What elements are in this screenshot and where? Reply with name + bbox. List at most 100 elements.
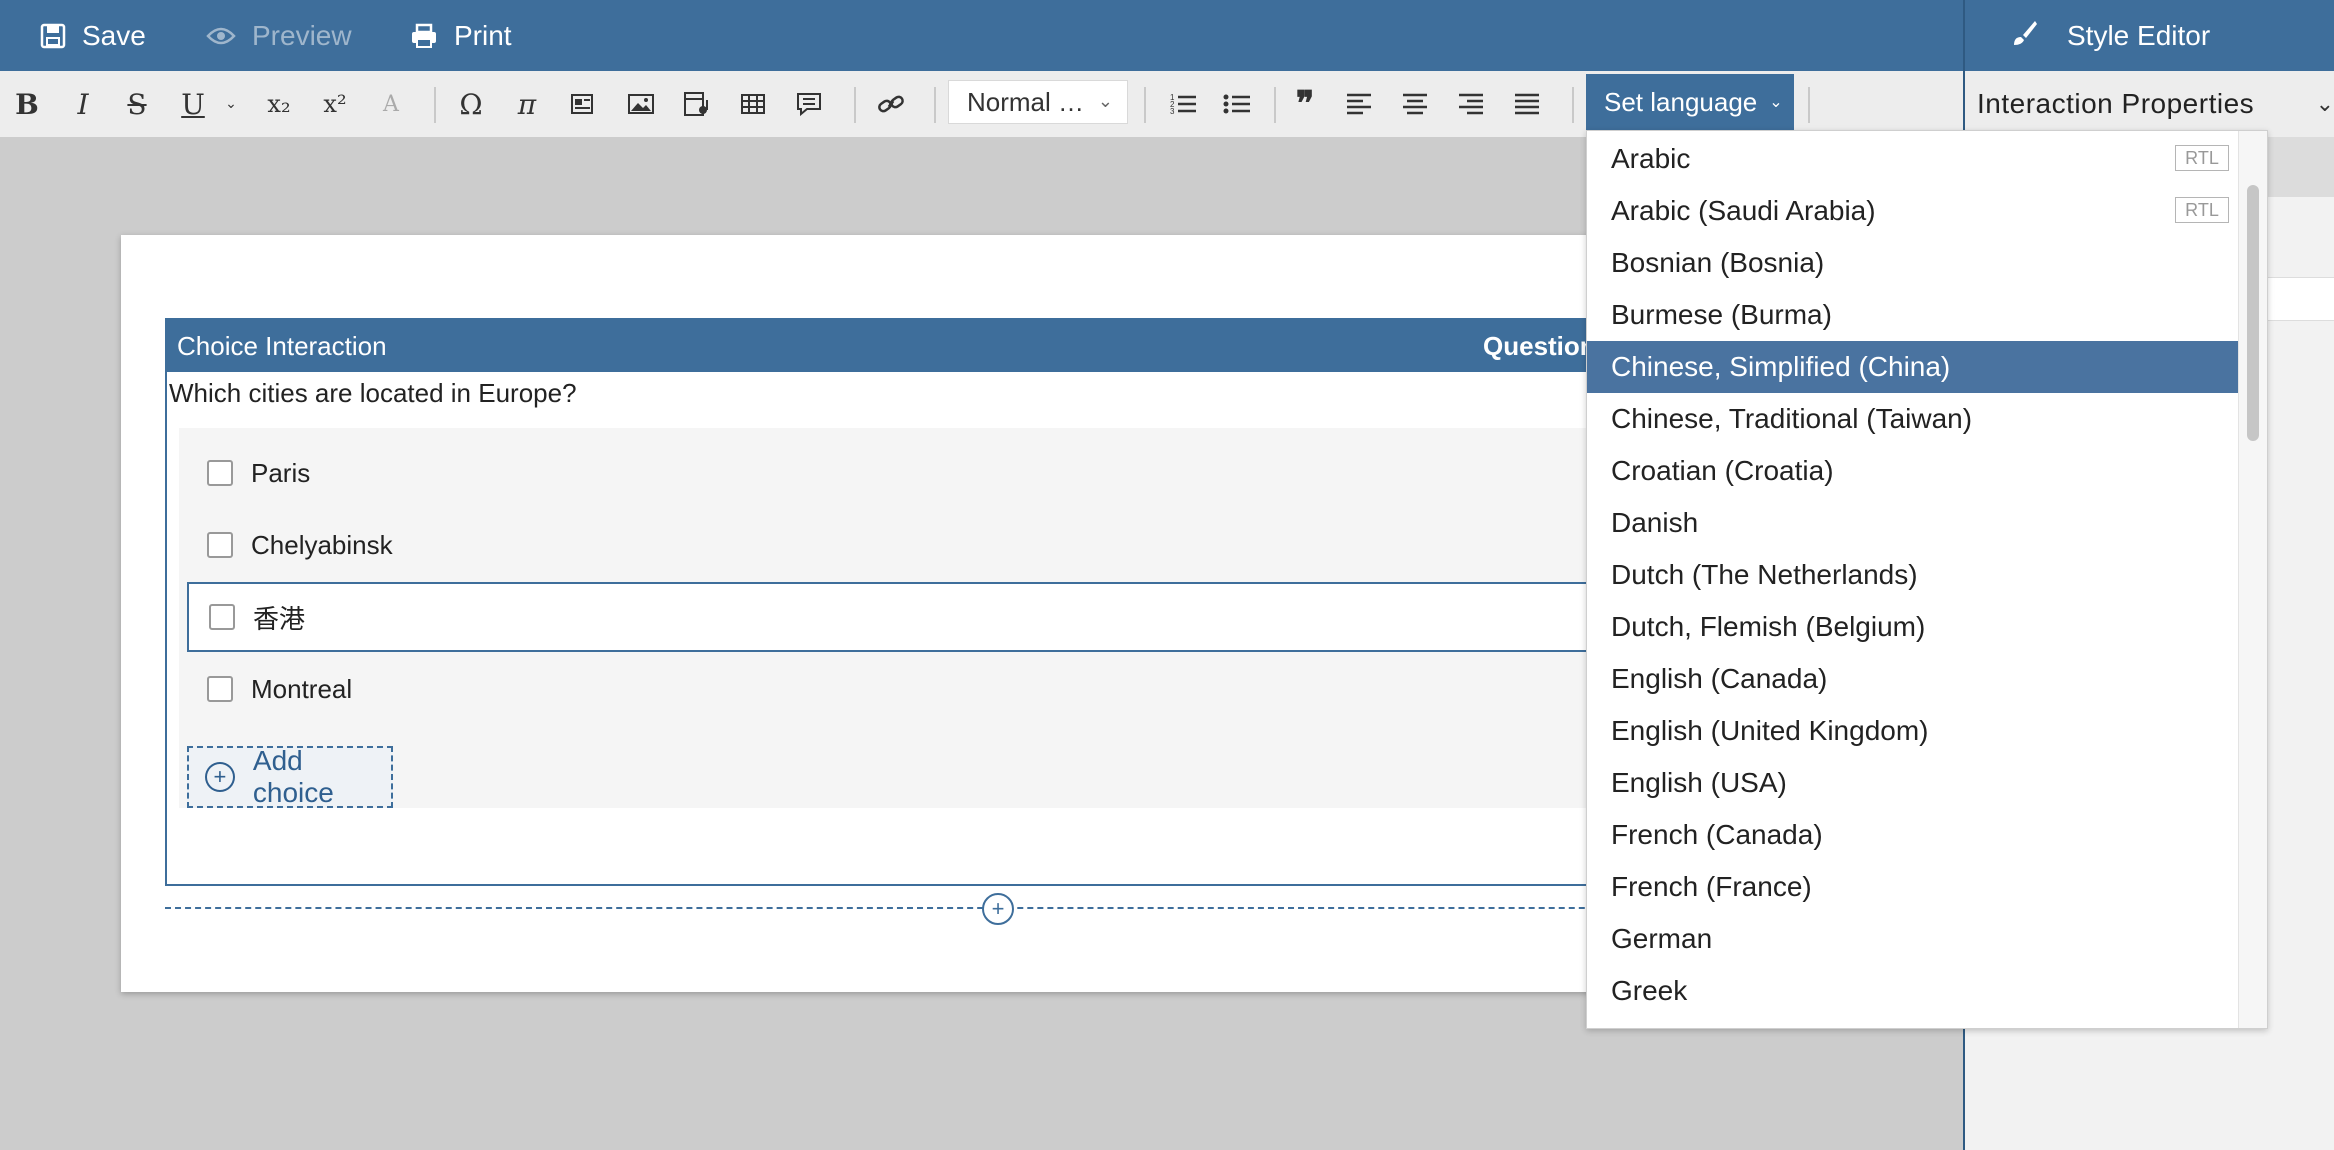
toolbar-separator — [434, 87, 436, 123]
language-option-french-canada[interactable]: French (Canada) — [1587, 809, 2239, 861]
subscript-icon[interactable]: x₂ — [258, 83, 300, 125]
checkbox[interactable] — [207, 676, 233, 702]
checkbox[interactable] — [209, 604, 235, 630]
toolbar-separator — [1274, 87, 1276, 123]
style-editor-button[interactable]: Style Editor — [1965, 0, 2334, 71]
interaction-properties-header[interactable]: Interaction Properties ⌄ — [1965, 71, 2334, 138]
superscript-icon[interactable]: x² — [314, 83, 356, 125]
checkbox[interactable] — [207, 460, 233, 486]
link-icon[interactable] — [870, 83, 912, 125]
save-button[interactable]: Save — [40, 0, 146, 71]
question-label: Question — [1483, 330, 1596, 361]
language-option-dutch-flemish[interactable]: Dutch, Flemish (Belgium) — [1587, 601, 2239, 653]
language-option-german[interactable]: German — [1587, 913, 2239, 965]
language-option-label: German — [1611, 923, 1713, 954]
language-option-dutch[interactable]: Dutch (The Netherlands) — [1587, 549, 2239, 601]
choice-item[interactable]: Montreal — [187, 654, 1657, 724]
choice-label: Montreal — [251, 673, 353, 704]
language-option-english-canada[interactable]: English (Canada) — [1587, 653, 2239, 705]
language-option-label: Dutch, Flemish (Belgium) — [1611, 611, 1926, 642]
language-option-label: French (France) — [1611, 871, 1812, 902]
language-option-label: English (United Kingdom) — [1611, 715, 1929, 746]
language-option-chinese-traditional[interactable]: Chinese, Traditional (Taiwan) — [1587, 393, 2239, 445]
toolbar-separator — [1808, 87, 1810, 123]
math-icon[interactable]: π — [506, 83, 548, 125]
language-option-danish[interactable]: Danish — [1587, 497, 2239, 549]
svg-text:3: 3 — [1170, 107, 1175, 116]
language-option-label: Bosnian (Bosnia) — [1611, 247, 1825, 278]
bold-icon[interactable]: B — [6, 83, 48, 125]
align-center-icon[interactable] — [1394, 83, 1436, 125]
choice-interaction[interactable]: Choice Interaction Question Which cities… — [165, 318, 1665, 886]
choice-label: Paris — [251, 457, 311, 488]
preview-button[interactable]: Preview — [206, 0, 352, 71]
bulleted-list-icon[interactable] — [1216, 83, 1258, 125]
language-option-label: Greek — [1611, 975, 1688, 1006]
checkbox[interactable] — [207, 532, 233, 558]
print-button[interactable]: Print — [410, 0, 512, 71]
language-option-label: Arabic (Saudi Arabia) — [1611, 195, 1876, 226]
image-icon[interactable] — [620, 83, 662, 125]
prompt-text[interactable]: Which cities are located in Europe? — [169, 378, 577, 409]
language-option-label: Croatian (Croatia) — [1611, 455, 1834, 486]
insert-block-plus-icon[interactable]: + — [982, 893, 1014, 925]
language-dropdown[interactable]: Arabic RTL Arabic (Saudi Arabia) RTL Bos… — [1586, 130, 2268, 1029]
eye-icon — [206, 25, 236, 47]
rtl-badge: RTL — [2175, 197, 2229, 223]
chevron-down-icon: ⌄ — [2315, 91, 2334, 116]
language-option-english-usa[interactable]: English (USA) — [1587, 757, 2239, 809]
choice-item[interactable]: Paris — [187, 438, 1657, 508]
special-character-icon[interactable]: Ω — [450, 83, 492, 125]
language-option-arabic[interactable]: Arabic RTL — [1587, 133, 2239, 185]
language-option-bosnian[interactable]: Bosnian (Bosnia) — [1587, 237, 2239, 289]
preview-label: Preview — [252, 19, 352, 51]
language-option-arabic-saudi-arabia[interactable]: Arabic (Saudi Arabia) RTL — [1587, 185, 2239, 237]
language-option-burmese[interactable]: Burmese (Burma) — [1587, 289, 2239, 341]
paragraph-format-select[interactable]: Normal … ⌄ — [948, 80, 1128, 124]
language-option-greek[interactable]: Greek — [1587, 965, 2239, 1017]
align-right-icon[interactable] — [1450, 83, 1492, 125]
language-option-label: Danish — [1611, 507, 1699, 538]
add-choice-label: Add choice — [252, 745, 334, 808]
language-option-croatian[interactable]: Croatian (Croatia) — [1587, 445, 2239, 497]
language-option-label: English (USA) — [1611, 767, 1787, 798]
printer-icon — [410, 23, 438, 49]
language-option-label: English (Canada) — [1611, 663, 1828, 694]
clear-format-icon[interactable]: A — [370, 83, 412, 125]
underline-options-chevron-icon[interactable]: ⌄ — [216, 83, 246, 125]
align-left-icon[interactable] — [1338, 83, 1380, 125]
language-option-label: Dutch (The Netherlands) — [1611, 559, 1918, 590]
language-option-label: French (Canada) — [1611, 819, 1823, 850]
choice-label: Chelyabinsk — [251, 529, 393, 560]
table-icon[interactable] — [732, 83, 774, 125]
numbered-list-icon[interactable]: 123 — [1162, 83, 1204, 125]
chevron-down-icon: ⌄ — [1097, 91, 1113, 111]
set-language-label: Set language — [1604, 86, 1758, 117]
choice-item[interactable]: Chelyabinsk — [187, 510, 1657, 580]
choice-label: 香港 — [253, 603, 306, 634]
toolbar-separator — [934, 87, 936, 123]
underline-icon[interactable]: U — [172, 83, 214, 125]
dropdown-scrollbar[interactable] — [2238, 131, 2267, 1028]
choice-item-active[interactable]: 香港 — [187, 582, 1657, 652]
paragraph-format-value: Normal … — [967, 86, 1085, 117]
blockquote-icon[interactable]: ❞ — [1284, 83, 1326, 125]
set-language-button[interactable]: Set language ⌄ — [1586, 74, 1794, 130]
toolbar-separator — [1144, 87, 1146, 123]
language-option-chinese-simplified[interactable]: Chinese, Simplified (China) — [1587, 341, 2239, 393]
align-justify-icon[interactable] — [1506, 83, 1548, 125]
interaction-properties-label: Interaction Properties — [1977, 88, 2255, 119]
strikethrough-icon[interactable]: S — [116, 83, 158, 125]
scrollbar-thumb[interactable] — [2247, 185, 2259, 441]
chevron-down-icon: ⌄ — [1769, 94, 1783, 111]
media-icon[interactable] — [562, 83, 604, 125]
add-choice-button[interactable]: + Add choice — [187, 745, 393, 808]
language-option-french-france[interactable]: French (France) — [1587, 861, 2239, 913]
language-option-english-uk[interactable]: English (United Kingdom) — [1587, 705, 2239, 757]
save-label: Save — [82, 19, 146, 51]
paintbrush-icon — [2011, 19, 2039, 52]
audio-video-icon[interactable] — [676, 83, 718, 125]
comment-icon[interactable] — [788, 83, 830, 125]
italic-icon[interactable]: I — [62, 83, 104, 125]
style-editor-label: Style Editor — [2067, 19, 2211, 51]
